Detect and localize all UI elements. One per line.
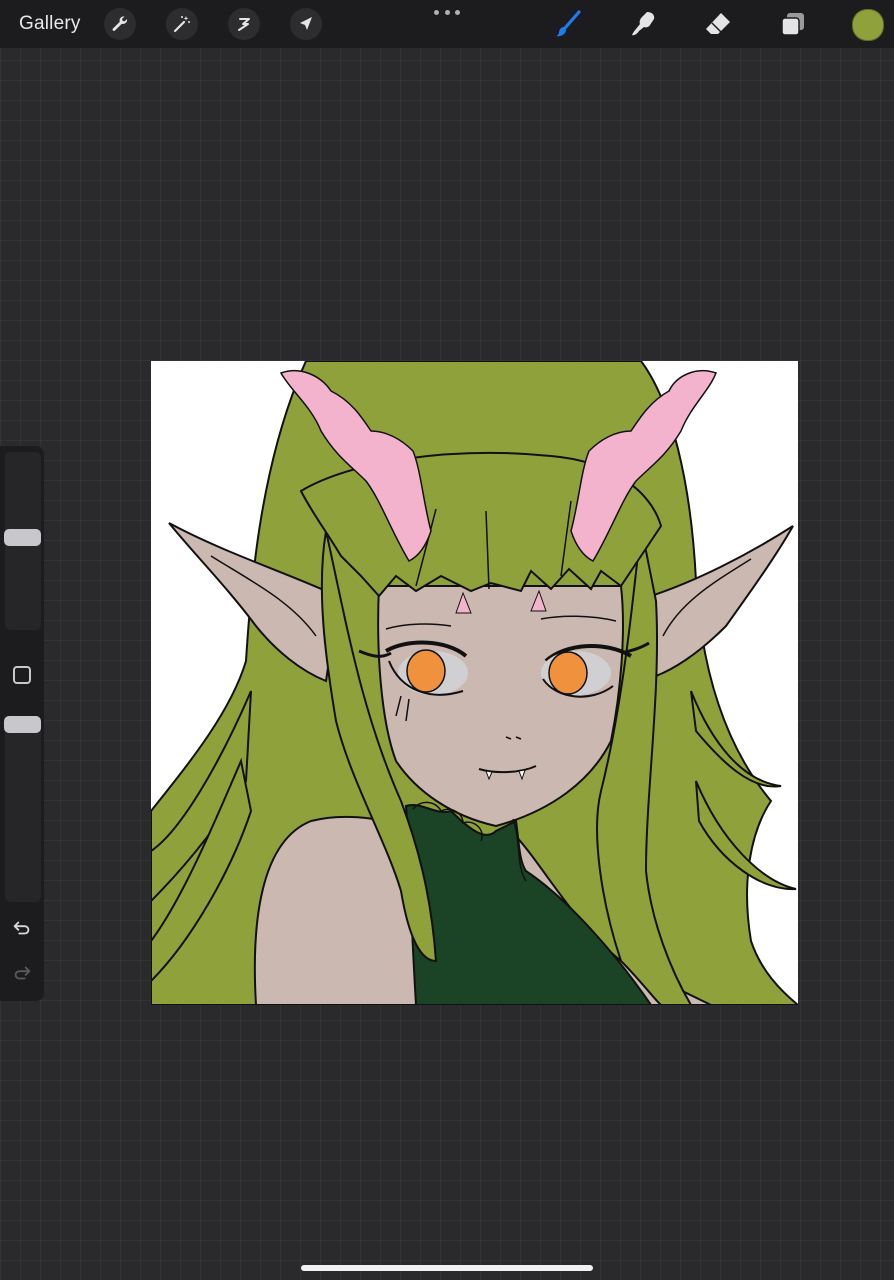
layers-tool[interactable]	[775, 6, 811, 42]
magic-wand-icon	[173, 16, 190, 33]
modify-button[interactable]	[13, 666, 31, 684]
transform-button[interactable]	[290, 8, 322, 40]
artwork-illustration	[151, 361, 798, 1005]
undo-button[interactable]	[10, 916, 34, 940]
brush-icon	[556, 10, 581, 37]
brush-size-thumb[interactable]	[4, 529, 41, 547]
more-options-icon[interactable]	[434, 6, 460, 18]
undo-icon	[13, 921, 30, 935]
actions-button[interactable]	[104, 8, 136, 40]
procreate-app: Gallery	[0, 0, 894, 1280]
eraser-tool[interactable]	[700, 6, 736, 42]
color-picker-swatch[interactable]	[852, 9, 884, 41]
left-sidebar	[0, 446, 44, 1001]
smudge-icon	[632, 12, 655, 36]
eraser-icon	[706, 13, 730, 34]
top-toolbar: Gallery	[0, 0, 894, 48]
selection-s-icon	[238, 18, 250, 31]
smudge-tool[interactable]	[625, 6, 661, 42]
selection-button[interactable]	[228, 8, 260, 40]
layers-icon	[781, 13, 804, 36]
adjustments-button[interactable]	[166, 8, 198, 40]
opacity-slider[interactable]	[4, 716, 41, 902]
arrow-cursor-icon	[300, 17, 312, 30]
drawing-canvas[interactable]	[151, 361, 798, 1005]
home-indicator[interactable]	[301, 1265, 593, 1271]
redo-icon	[14, 966, 31, 980]
brush-size-slider[interactable]	[4, 452, 41, 630]
redo-button[interactable]	[10, 961, 34, 985]
wrench-icon	[112, 16, 128, 31]
brush-tool[interactable]	[550, 6, 586, 42]
gallery-button[interactable]: Gallery	[19, 12, 81, 36]
opacity-thumb[interactable]	[4, 716, 41, 733]
